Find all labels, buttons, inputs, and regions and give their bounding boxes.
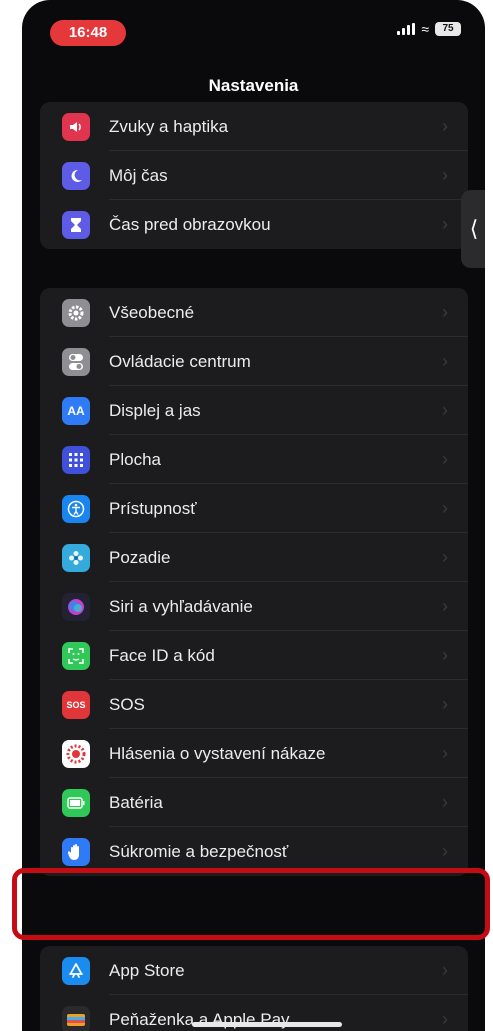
- status-time: 16:48: [50, 20, 126, 46]
- row-label: Displej a jas: [109, 400, 201, 420]
- settings-row-pristupnost[interactable]: Prístupnosť ›: [40, 484, 468, 533]
- settings-row-ovladacie-centrum[interactable]: Ovládacie centrum ›: [40, 337, 468, 386]
- settings-row-siri-a-vyhladavanie[interactable]: Siri a vyhľadávanie ›: [40, 582, 468, 631]
- settings-group-sound: Zvuky a haptika › Môj čas › Čas pred obrazov…: [40, 102, 468, 249]
- wallet-icon: [62, 1005, 90, 1031]
- gear-icon: [62, 298, 90, 327]
- chevron-right-icon: ›: [442, 498, 448, 518]
- hourglass-icon: [62, 210, 90, 239]
- chevron-right-icon: ›: [442, 694, 448, 714]
- chevron-right-icon: ›: [442, 165, 448, 185]
- chevron-right-icon: ›: [442, 116, 448, 136]
- settings-group-store: App Store › Peňaženka a Apple Pay ›: [40, 946, 468, 1031]
- row-label: Ovládacie centrum: [109, 351, 251, 371]
- battery-level: 75: [435, 22, 461, 36]
- row-label: Prístupnosť: [109, 498, 197, 518]
- toggle-icon: [62, 347, 90, 376]
- settings-row-zvuky-a-haptika[interactable]: Zvuky a haptika ›: [40, 102, 468, 151]
- moon-icon: [62, 161, 90, 190]
- settings-row-sos[interactable]: SOS SOS ›: [40, 680, 468, 729]
- settings-row-face-id-a-kod[interactable]: Face ID a kód ›: [40, 631, 468, 680]
- row-label: Súkromie a bezpečnosť: [109, 841, 289, 861]
- row-label: Môj čas: [109, 165, 168, 185]
- settings-row-vseobecne[interactable]: Všeobecné ›: [40, 288, 468, 337]
- app-store-icon: [62, 956, 90, 985]
- settings-row-hlasenia-o-vystaveni-nakaze[interactable]: Hlásenia o vystavení nákaze ›: [40, 729, 468, 778]
- row-label: SOS: [109, 694, 145, 714]
- siri-icon: [62, 592, 90, 621]
- settings-row-bateria[interactable]: Batéria ›: [40, 778, 468, 827]
- row-label: Plocha: [109, 449, 161, 469]
- wifi-icon: ≈: [421, 21, 429, 37]
- row-label: Čas pred obrazovkou: [109, 214, 271, 234]
- settings-group-general: Všeobecné › Ovládacie centrum › AA Displej a …: [40, 288, 468, 876]
- chevron-right-icon: ›: [442, 449, 448, 469]
- hand-icon: [62, 837, 90, 866]
- settings-row-cas-pred-obrazovkou[interactable]: Čas pred obrazovkou ›: [40, 200, 468, 249]
- chevron-right-icon: ›: [442, 645, 448, 665]
- accessibility-icon: [62, 494, 90, 523]
- chevron-right-icon: ›: [442, 214, 448, 234]
- settings-row-app-store[interactable]: App Store ›: [40, 946, 468, 995]
- chevron-right-icon: ›: [442, 547, 448, 567]
- home-indicator[interactable]: [192, 1022, 342, 1027]
- settings-row-moj-cas[interactable]: Môj čas ›: [40, 151, 468, 200]
- row-label: Hlásenia o vystavení nákaze: [109, 743, 326, 763]
- chevron-right-icon: ›: [442, 596, 448, 616]
- row-label: Všeobecné: [109, 302, 195, 322]
- settings-row-displej-a-jas[interactable]: AA Displej a jas ›: [40, 386, 468, 435]
- row-label: Siri a vyhľadávanie: [109, 596, 253, 616]
- row-label: Face ID a kód: [109, 645, 215, 665]
- settings-row-pozadie[interactable]: Pozadie ›: [40, 533, 468, 582]
- signal-icon: [397, 23, 416, 35]
- page-title: Nastavenia: [208, 76, 299, 95]
- chevron-right-icon: ›: [442, 960, 448, 980]
- chevron-right-icon: ›: [442, 351, 448, 371]
- status-bar: 16:48 ≈ 75: [22, 0, 485, 60]
- speaker-icon: [62, 112, 90, 141]
- row-label: Pozadie: [109, 547, 171, 567]
- row-label: App Store: [109, 960, 185, 980]
- chevron-right-icon: ›: [442, 841, 448, 861]
- face-id-icon: [62, 641, 90, 670]
- exposure-icon: [62, 739, 90, 768]
- battery-icon: [62, 788, 90, 817]
- row-label: Batéria: [109, 792, 163, 812]
- highlight-frame: [12, 868, 490, 940]
- chevron-right-icon: ›: [442, 792, 448, 812]
- flower-icon: [62, 543, 90, 572]
- chevron-right-icon: ›: [442, 1009, 448, 1029]
- text-size-icon: AA: [62, 396, 90, 425]
- chevron-right-icon: ›: [442, 302, 448, 322]
- grid-icon: [62, 445, 90, 474]
- chevron-right-icon: ›: [442, 743, 448, 763]
- settings-row-plocha[interactable]: Plocha ›: [40, 435, 468, 484]
- chevron-right-icon: ›: [442, 400, 448, 420]
- row-label: Zvuky a haptika: [109, 116, 229, 136]
- side-drawer-handle[interactable]: ⟨: [461, 190, 485, 268]
- sos-icon: SOS: [62, 690, 90, 719]
- status-icons: ≈ 75: [397, 22, 461, 36]
